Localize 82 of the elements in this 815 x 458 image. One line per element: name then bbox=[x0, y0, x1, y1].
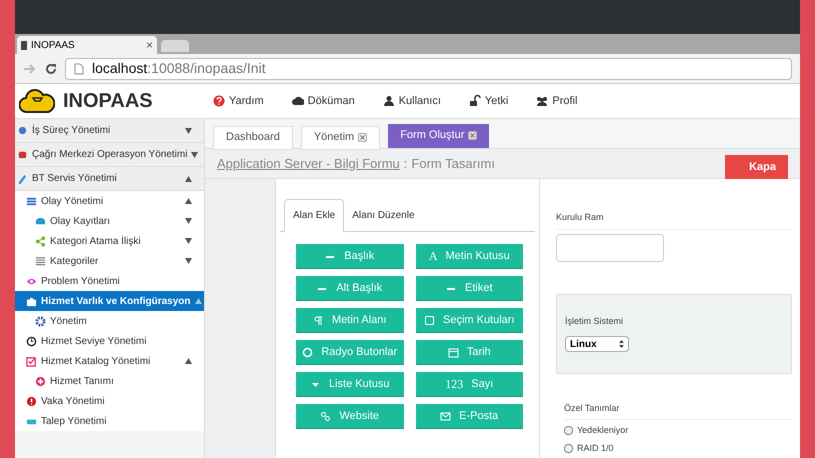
down-caret-icon bbox=[185, 258, 192, 264]
list-icon bbox=[26, 196, 37, 206]
url-text: localhost:10088/inopaas/Init bbox=[92, 59, 266, 78]
browser-tab[interactable]: INOPAAS × bbox=[17, 36, 157, 54]
sidebar-item[interactable]: Hizmet Tanımı bbox=[15, 371, 204, 391]
sidebar-item[interactable]: Hizmet Varlık ve Konfigürasyon bbox=[15, 291, 204, 311]
users-icon bbox=[536, 95, 548, 107]
down-caret-icon bbox=[185, 218, 192, 224]
plus-icon bbox=[35, 376, 46, 386]
sidebar-item[interactable]: Yönetim bbox=[15, 311, 204, 331]
checkbox-icon bbox=[424, 314, 435, 326]
radio-icon bbox=[302, 346, 314, 358]
page-icon bbox=[74, 62, 84, 74]
pencil-icon bbox=[17, 173, 28, 184]
tab-close-button[interactable]: × bbox=[146, 36, 153, 54]
reload-icon[interactable] bbox=[45, 62, 57, 74]
nav-link[interactable]: Yetki bbox=[468, 92, 508, 110]
sidebar-item[interactable]: İş Süreç Yönetimi bbox=[15, 119, 204, 143]
sidebar-item[interactable]: Vaka Yönetimi bbox=[15, 391, 204, 411]
cloud-icon bbox=[292, 95, 304, 107]
nav-link[interactable]: Profil bbox=[536, 92, 578, 110]
sidebar-item[interactable]: Kategoriler bbox=[15, 251, 204, 271]
checkbox-label[interactable]: RAID 1/0 bbox=[564, 442, 792, 455]
designer-tab[interactable]: Alanı Düzenle bbox=[344, 199, 423, 231]
address-bar[interactable]: localhost:10088/inopaas/Init bbox=[65, 58, 792, 80]
sidebar-item[interactable]: Olay Kayıtları bbox=[15, 211, 204, 231]
checkbox-icon bbox=[26, 356, 37, 366]
gear-icon bbox=[35, 316, 46, 326]
glyph-icon: 123 bbox=[445, 375, 464, 393]
help-icon bbox=[213, 95, 225, 107]
page-tab[interactable]: Yönetim bbox=[300, 126, 380, 150]
field-label: Kurulu Ram bbox=[556, 211, 792, 230]
checkbox[interactable] bbox=[564, 444, 573, 453]
cloud-logo-icon bbox=[19, 88, 55, 114]
down-caret-icon bbox=[185, 238, 192, 244]
sidebar-item[interactable]: Kategori Atama İlişki bbox=[15, 231, 204, 251]
page-tab[interactable]: Dashboard bbox=[213, 126, 293, 150]
sidebar-item[interactable]: Talep Yönetimi bbox=[15, 411, 204, 431]
sidebar-item[interactable]: Problem Yönetimi bbox=[15, 271, 204, 291]
sidebar-item[interactable]: Çağrı Merkezi Operasyon Yönetimi bbox=[15, 143, 204, 167]
page-tab[interactable]: Form Oluştur bbox=[388, 124, 490, 148]
dot-icon bbox=[17, 125, 28, 136]
select-arrows-icon bbox=[619, 340, 624, 348]
tab-title: INOPAAS bbox=[31, 38, 76, 52]
nav-link[interactable]: Yardım bbox=[213, 92, 264, 110]
share-icon bbox=[35, 236, 46, 246]
alert-icon bbox=[26, 396, 37, 406]
field-label: Özel Tanımlar bbox=[564, 402, 792, 420]
envelope-icon bbox=[440, 410, 452, 422]
lines-icon bbox=[35, 256, 46, 266]
designer-tab[interactable]: Alan Ekle bbox=[284, 199, 344, 232]
breadcrumb-separator: : bbox=[404, 154, 408, 173]
clock-icon bbox=[26, 336, 37, 346]
sidebar-item[interactable]: Hizmet Katalog Yönetimi bbox=[15, 351, 204, 371]
tab-close-icon[interactable] bbox=[358, 133, 368, 142]
up-caret-icon bbox=[185, 198, 192, 204]
glyph-icon: A bbox=[428, 247, 438, 265]
app-logo: INOPAAS bbox=[63, 89, 153, 114]
checkbox-label[interactable]: Yedekleniyor bbox=[564, 424, 792, 438]
tab-close-icon[interactable] bbox=[468, 131, 478, 140]
user-icon bbox=[382, 95, 395, 107]
favicon-icon bbox=[21, 40, 27, 50]
nav-link[interactable]: Kullanıcı bbox=[382, 92, 441, 110]
close-button[interactable]: Kapa bbox=[725, 154, 788, 180]
checkbox[interactable] bbox=[564, 426, 573, 436]
up-caret-icon bbox=[185, 358, 192, 364]
down-caret-icon bbox=[185, 128, 192, 134]
field-label: İşletim Sistemi bbox=[565, 314, 624, 328]
pilcrow-icon bbox=[313, 314, 324, 326]
os-select[interactable]: Linux bbox=[565, 336, 629, 352]
sidebar-item[interactable]: BT Servis Yönetimi bbox=[15, 167, 204, 191]
link-icon bbox=[320, 410, 332, 422]
sidebar-item[interactable]: Hizmet Seviye Yönetimi bbox=[15, 331, 204, 351]
nav-link[interactable]: Döküman bbox=[292, 92, 355, 110]
down-caret-icon bbox=[191, 152, 198, 158]
ram-input[interactable] bbox=[556, 234, 664, 262]
padlock-icon bbox=[468, 95, 481, 107]
up-caret-icon bbox=[194, 298, 202, 304]
sidebar-item[interactable]: Olay Yönetimi bbox=[15, 191, 204, 211]
breadcrumb-current: Form Tasarımı bbox=[411, 154, 495, 173]
calendar-icon bbox=[448, 346, 459, 358]
up-caret-icon bbox=[185, 176, 192, 182]
